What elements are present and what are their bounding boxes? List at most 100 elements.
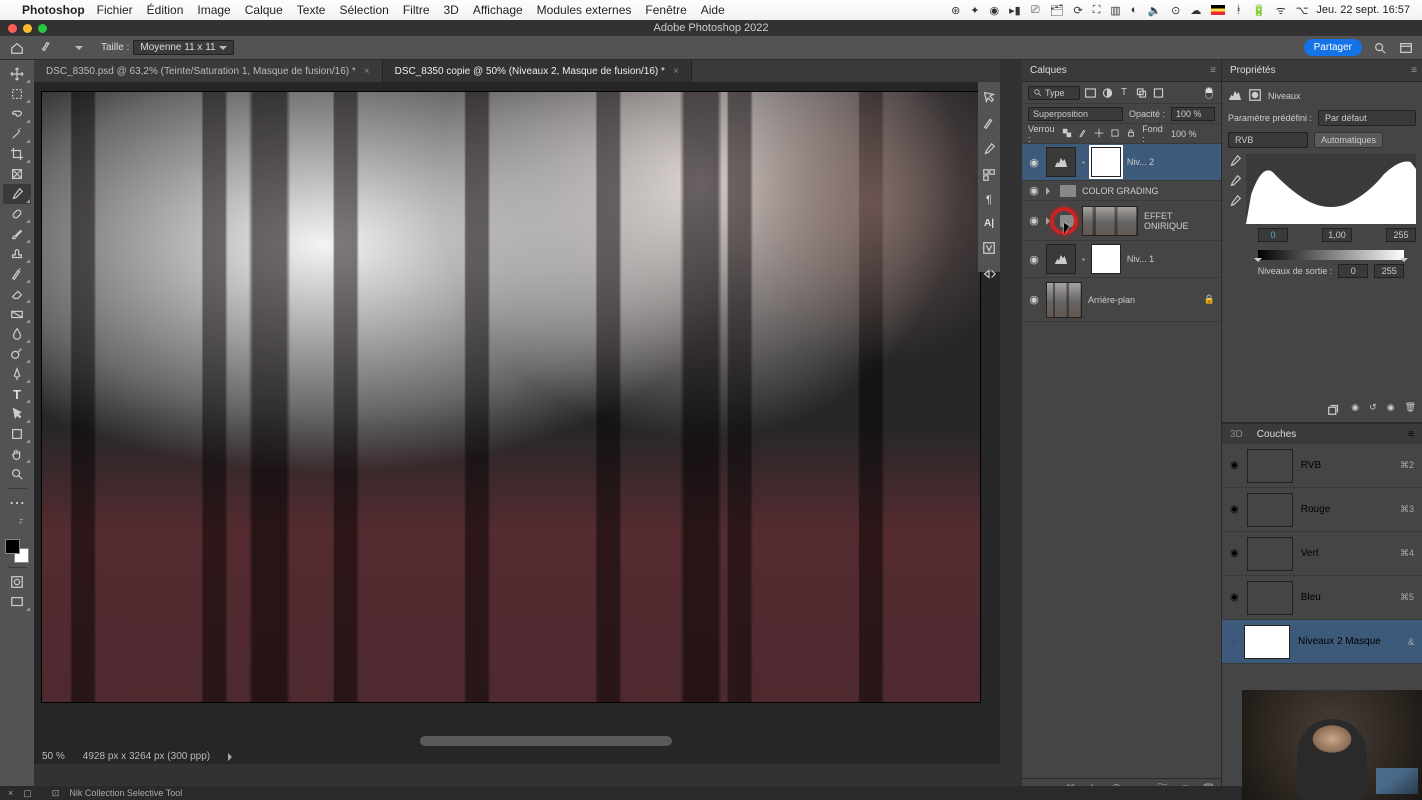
- menu-filtre[interactable]: Filtre: [403, 3, 430, 17]
- actions-panel-icon[interactable]: [981, 267, 997, 281]
- tray-icon[interactable]: ◉: [990, 4, 1000, 17]
- brush-panel-icon[interactable]: [981, 116, 997, 130]
- menu-aide[interactable]: Aide: [701, 3, 725, 17]
- edit-toolbar-icon[interactable]: ⋯: [3, 493, 31, 513]
- layer-thumbnail[interactable]: [1046, 282, 1082, 318]
- color-swatches[interactable]: [5, 539, 29, 563]
- close-icon[interactable]: ×: [8, 788, 13, 798]
- histogram[interactable]: [1246, 154, 1416, 224]
- menu-3d[interactable]: 3D: [444, 3, 459, 17]
- menu-edition[interactable]: Édition: [147, 3, 184, 17]
- zoom-level[interactable]: 50 %: [42, 751, 65, 762]
- tray-battery-icon[interactable]: 🔋: [1252, 4, 1266, 17]
- panel-menu-icon[interactable]: ≡: [1408, 429, 1414, 440]
- menu-fenetre[interactable]: Fenêtre: [645, 3, 686, 17]
- input-black[interactable]: 0: [1258, 228, 1288, 242]
- chevron-right-icon[interactable]: [228, 753, 236, 761]
- eraser-tool[interactable]: [3, 284, 31, 304]
- menu-fichier[interactable]: Fichier: [97, 3, 133, 17]
- panel-menu-icon[interactable]: ≡: [1411, 65, 1416, 76]
- tray-icon[interactable]: ⎚: [1031, 4, 1040, 17]
- wand-tool[interactable]: [3, 124, 31, 144]
- close-icon[interactable]: ×: [364, 66, 370, 77]
- zoom-tool[interactable]: [3, 464, 31, 484]
- layer-row-group-effetoniriq[interactable]: ◉ EFFET ONIRIQUE: [1022, 201, 1221, 241]
- dodge-tool[interactable]: [3, 344, 31, 364]
- tab-3d[interactable]: 3D: [1230, 429, 1243, 440]
- channel-row-rvb[interactable]: ◉ RVB ⌘2: [1222, 444, 1422, 488]
- delete-icon[interactable]: 🗑: [1405, 402, 1416, 418]
- channel-row-rouge[interactable]: ◉ Rouge ⌘3: [1222, 488, 1422, 532]
- toggle-vis-icon[interactable]: ◉: [1387, 402, 1395, 418]
- tray-control-icon[interactable]: ⌥: [1296, 4, 1309, 17]
- nik-tool-label[interactable]: Nik Collection Selective Tool: [69, 788, 182, 798]
- eyedropper-gray-icon[interactable]: [1228, 174, 1242, 188]
- window-zoom-button[interactable]: [38, 24, 47, 33]
- filter-adjust-icon[interactable]: [1101, 86, 1114, 99]
- menu-selection[interactable]: Sélection: [339, 3, 388, 17]
- tray-icon[interactable]: ⊙: [1171, 4, 1180, 17]
- lock-trans-icon[interactable]: [1062, 128, 1072, 140]
- frame-tool[interactable]: [3, 164, 31, 184]
- lock-icon[interactable]: 🔒: [1204, 294, 1215, 305]
- reset-icon[interactable]: ↺: [1369, 402, 1377, 418]
- history-panel-icon[interactable]: [981, 90, 997, 104]
- tab-couches[interactable]: Couches: [1257, 429, 1296, 440]
- expand-icon[interactable]: [1046, 217, 1054, 225]
- view-prev-icon[interactable]: ◉: [1351, 402, 1359, 418]
- document-tab[interactable]: DSC_8350 copie @ 50% (Niveaux 2, Masque …: [383, 60, 692, 82]
- menu-modules[interactable]: Modules externes: [537, 3, 632, 17]
- tray-icon[interactable]: 🗂: [1050, 4, 1064, 17]
- tray-icon[interactable]: ✦: [970, 4, 979, 17]
- size-select[interactable]: Moyenne 11 x 11: [133, 40, 233, 55]
- layer-thumbnail[interactable]: [1046, 244, 1076, 274]
- tray-icon[interactable]: ☁: [1190, 4, 1201, 17]
- document-tab[interactable]: DSC_8350.psd @ 63,2% (Teinte/Saturation …: [34, 60, 383, 82]
- visibility-toggle-icon[interactable]: ○: [1230, 636, 1236, 647]
- hand-tool[interactable]: [3, 444, 31, 464]
- gradient-tool[interactable]: [3, 304, 31, 324]
- marquee-tool[interactable]: [3, 84, 31, 104]
- tool-preset-icon[interactable]: [40, 39, 58, 57]
- filter-shape-icon[interactable]: [1135, 86, 1148, 99]
- tray-icon[interactable]: ⟳: [1073, 4, 1082, 17]
- opacity-input[interactable]: 100 %: [1171, 107, 1215, 121]
- healing-tool[interactable]: [3, 204, 31, 224]
- layer-filter-select[interactable]: Type: [1028, 86, 1080, 100]
- visibility-toggle-icon[interactable]: ◉: [1230, 504, 1239, 515]
- filter-toggle-icon[interactable]: [1202, 86, 1215, 99]
- visibility-toggle-icon[interactable]: ◉: [1028, 253, 1040, 266]
- properties-panel-header[interactable]: Propriétés≡: [1222, 60, 1422, 82]
- channel-select[interactable]: RVB: [1228, 132, 1308, 148]
- visibility-toggle-icon[interactable]: ◉: [1230, 592, 1239, 603]
- menu-calque[interactable]: Calque: [245, 3, 283, 17]
- layer-name[interactable]: EFFET ONIRIQUE: [1144, 211, 1215, 231]
- lock-all-icon[interactable]: [1126, 128, 1136, 140]
- tray-icon[interactable]: ▥: [1110, 4, 1120, 17]
- blend-mode-select[interactable]: Superposition: [1028, 107, 1123, 121]
- mask-link-icon[interactable]: ▪: [1082, 255, 1085, 264]
- workspace-icon[interactable]: [1398, 40, 1414, 56]
- auto-button[interactable]: Automatiques: [1314, 132, 1383, 148]
- menubar-clock[interactable]: Jeu. 22 sept. 16:57: [1316, 4, 1410, 16]
- lasso-tool[interactable]: [3, 104, 31, 124]
- layer-mask-thumbnail[interactable]: [1091, 244, 1121, 274]
- visibility-toggle-icon[interactable]: ◉: [1230, 548, 1239, 559]
- visibility-toggle-icon[interactable]: ◉: [1028, 214, 1040, 227]
- crop-tool[interactable]: [3, 144, 31, 164]
- channel-row-masque[interactable]: ○ Niveaux 2 Masque &: [1222, 620, 1422, 664]
- share-button[interactable]: Partager: [1304, 39, 1362, 56]
- tray-icon[interactable]: ◐: [1131, 4, 1138, 16]
- eyedropper-tool[interactable]: [3, 184, 31, 204]
- swatches-panel-icon[interactable]: [981, 168, 997, 182]
- layer-row-background[interactable]: ◉ Arrière-plan 🔒: [1022, 278, 1221, 322]
- visibility-toggle-icon[interactable]: ◉: [1028, 156, 1040, 169]
- search-icon[interactable]: [1372, 40, 1388, 56]
- character-panel-icon[interactable]: A|: [981, 218, 997, 229]
- output-black[interactable]: 0: [1338, 264, 1368, 278]
- info-panel-icon[interactable]: [981, 241, 997, 255]
- tray-flag-icon[interactable]: [1211, 5, 1225, 15]
- history-brush-tool[interactable]: [3, 264, 31, 284]
- paragraph-panel-icon[interactable]: ¶: [981, 194, 997, 206]
- swap-colors-icon[interactable]: [3, 513, 31, 533]
